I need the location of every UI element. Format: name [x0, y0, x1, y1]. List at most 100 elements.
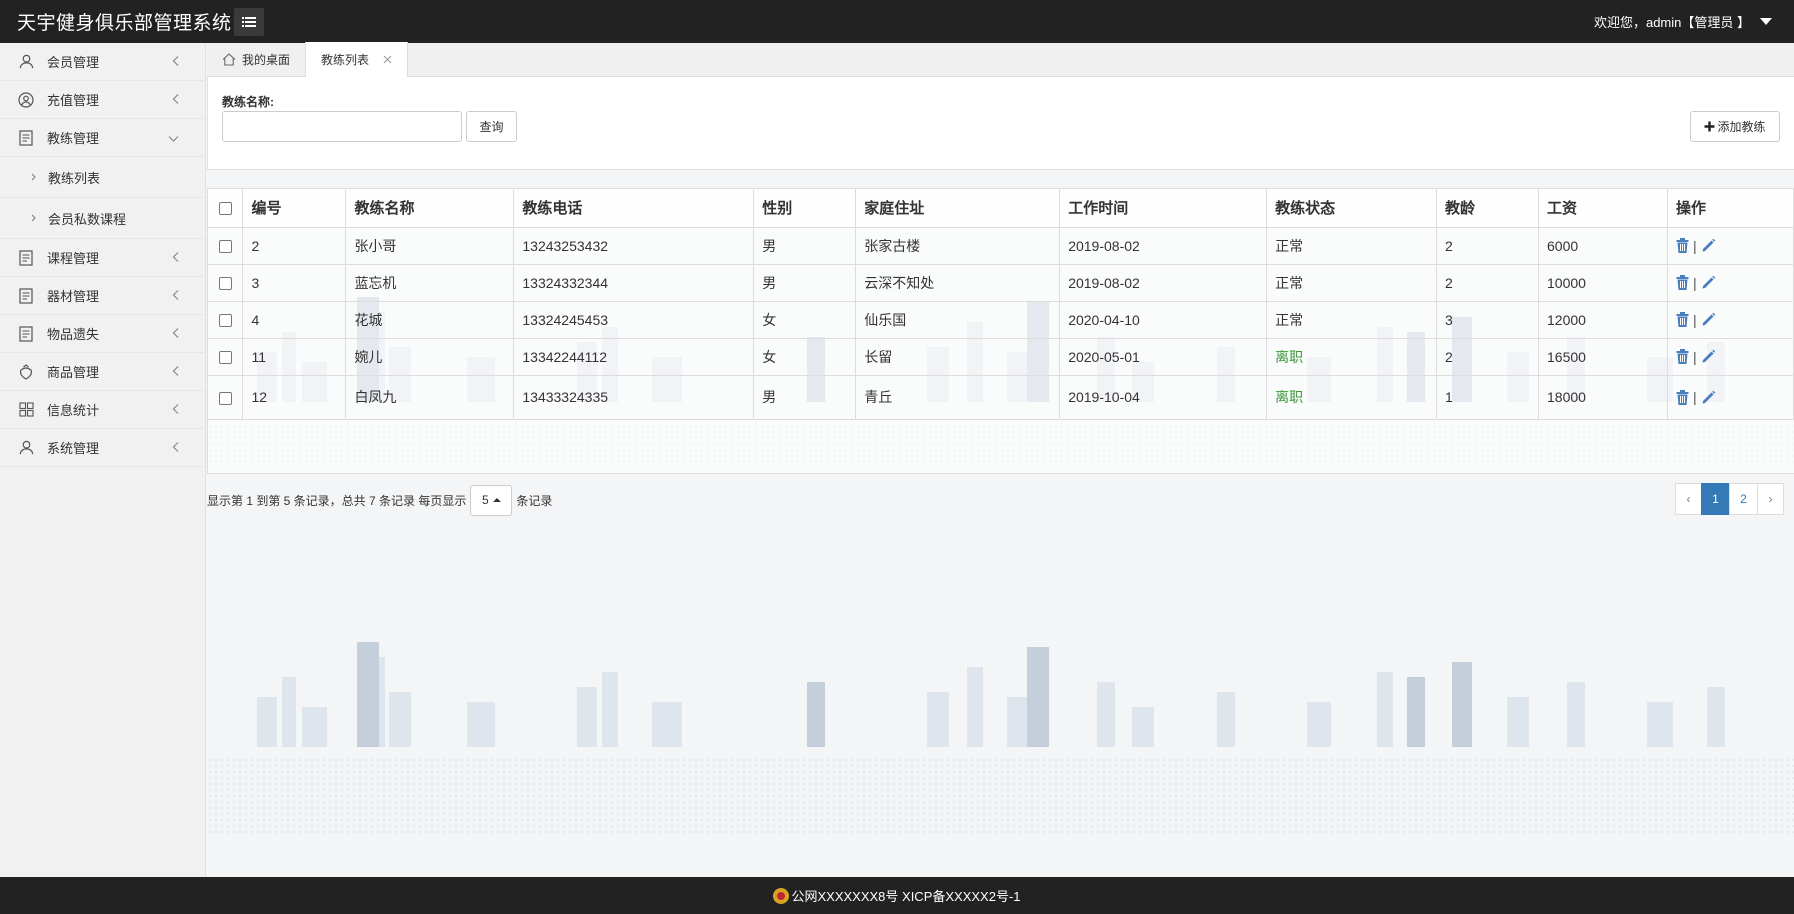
sidebar-item-label: 充值管理	[47, 93, 100, 108]
column-header[interactable]: 教练电话	[513, 189, 755, 228]
column-header[interactable]: 性别	[753, 189, 857, 228]
cell-phone: 13243253432	[513, 227, 755, 265]
sidebar-subitem-private-courses[interactable]: 会员私数课程	[0, 198, 205, 239]
chevron-left-icon	[172, 364, 179, 379]
cell-actions: |	[1667, 264, 1794, 302]
pencil-icon[interactable]	[1701, 390, 1716, 405]
column-header[interactable]: 教龄	[1436, 189, 1540, 228]
column-header[interactable]: 工资	[1538, 189, 1668, 228]
column-header[interactable]: 家庭住址	[855, 189, 1061, 228]
user-menu[interactable]: 欢迎您，admin【管理员 】	[1594, 0, 1772, 43]
sidebar-item-label: 会员管理	[47, 55, 100, 70]
query-button[interactable]: 查询	[466, 111, 517, 142]
main-content: 教练名称: 查询 添加教练 编号 教练名称 教练电话 性别 家庭住址 工作时间 …	[207, 77, 1794, 877]
add-coach-button[interactable]: 添加教练	[1690, 111, 1780, 142]
row-checkbox[interactable]	[218, 314, 232, 328]
sidebar-item-lost-items[interactable]: 物品遗失	[0, 315, 205, 353]
app-title: 天宇健身俱乐部管理系统	[17, 13, 232, 34]
chevron-left-icon	[172, 440, 179, 455]
coach-name-input[interactable]	[222, 111, 462, 142]
sidebar-subitem-label: 会员私数课程	[48, 211, 127, 227]
sidebar-item-system[interactable]: 系统管理	[0, 429, 205, 467]
cell-name: 白凤九	[345, 375, 515, 420]
trash-icon[interactable]	[1676, 238, 1689, 253]
cell-name: 张小哥	[345, 227, 515, 265]
footer: 公网XXXXXXX8号 XICP备XXXXX2号-1	[0, 877, 1794, 914]
cell-status: 正常	[1266, 227, 1438, 265]
page-button[interactable]: 1	[1701, 483, 1730, 515]
column-header: 操作	[1667, 189, 1794, 228]
caret-down-icon	[1760, 18, 1772, 25]
document-icon	[18, 129, 34, 146]
column-header[interactable]: 教练名称	[345, 189, 515, 228]
sidebar-item-recharge[interactable]: 充值管理	[0, 81, 205, 119]
cell-id: 2	[242, 227, 347, 265]
sidebar-item-courses[interactable]: 课程管理	[0, 239, 205, 277]
trash-icon[interactable]	[1676, 275, 1689, 290]
pagination: ‹ 1 2 ›	[1675, 483, 1784, 515]
home-icon	[222, 52, 236, 66]
sidebar-item-coaches[interactable]: 教练管理	[0, 119, 205, 157]
column-header[interactable]: 工作时间	[1059, 189, 1268, 228]
pencil-icon[interactable]	[1701, 312, 1716, 327]
table-row: 12 白凤九 13433324335 男 青丘 2019-10-04 离职 1 …	[208, 375, 1794, 420]
table-row: 11 婉儿 13342244112 女 长留 2020-05-01 离职 2 1…	[208, 338, 1794, 376]
caret-up-icon	[492, 498, 501, 502]
cell-status: 正常	[1266, 301, 1438, 339]
sidebar-item-goods[interactable]: 商品管理	[0, 353, 205, 391]
search-panel: 教练名称: 查询 添加教练	[207, 77, 1794, 170]
trash-icon[interactable]	[1676, 349, 1689, 364]
action-separator: |	[1692, 389, 1697, 405]
row-checkbox[interactable]	[218, 277, 232, 291]
page-button[interactable]: 2	[1729, 483, 1758, 515]
close-icon[interactable]	[383, 55, 392, 64]
tab-label: 教练列表	[321, 53, 370, 67]
footer-text: 公网XXXXXXX8号 XICP备XXXXX2号-1	[791, 889, 1021, 904]
add-coach-label: 添加教练	[1717, 120, 1766, 134]
table-header-row: 编号 教练名称 教练电话 性别 家庭住址 工作时间 教练状态 教龄 工资 操作	[208, 189, 1794, 228]
select-all-cell	[208, 189, 244, 228]
tab-home[interactable]: 我的桌面	[207, 42, 305, 76]
row-checkbox[interactable]	[218, 351, 232, 365]
cell-phone: 13342244112	[513, 338, 755, 376]
pencil-icon[interactable]	[1701, 238, 1716, 253]
cell-address: 张家古楼	[855, 227, 1061, 265]
row-checkbox[interactable]	[218, 240, 232, 254]
row-checkbox-cell	[208, 375, 244, 420]
sidebar-item-label: 信息统计	[47, 403, 100, 418]
action-separator: |	[1692, 348, 1697, 365]
coach-name-label: 教练名称:	[222, 95, 274, 109]
sidebar-item-statistics[interactable]: 信息统计	[0, 391, 205, 429]
pencil-icon[interactable]	[1701, 349, 1716, 364]
menu-toggle-button[interactable]	[233, 7, 264, 36]
chevron-left-icon	[172, 92, 179, 107]
prev-page-button[interactable]: ‹	[1675, 483, 1702, 515]
bag-icon	[18, 363, 34, 380]
cell-work-date: 2020-05-01	[1059, 338, 1268, 376]
chevron-left-icon	[172, 326, 179, 341]
cell-id: 3	[242, 264, 347, 302]
chevron-right-icon	[31, 214, 36, 222]
action-separator: |	[1692, 311, 1697, 328]
select-all-checkbox[interactable]	[218, 201, 232, 215]
action-separator: |	[1692, 237, 1697, 254]
trash-icon[interactable]	[1676, 312, 1689, 327]
sidebar-item-label: 器材管理	[47, 289, 100, 304]
cell-address: 青丘	[855, 375, 1061, 420]
sidebar-subitem-coach-list[interactable]: 教练列表	[0, 157, 205, 198]
column-header[interactable]: 编号	[242, 189, 347, 228]
page-size-select[interactable]: 5	[470, 484, 513, 516]
sidebar-item-equipment[interactable]: 器材管理	[0, 277, 205, 315]
trash-icon[interactable]	[1676, 389, 1689, 405]
plus-icon	[1704, 121, 1715, 132]
next-page-button[interactable]: ›	[1757, 483, 1784, 515]
row-checkbox[interactable]	[218, 391, 232, 405]
pencil-icon[interactable]	[1701, 275, 1716, 290]
sidebar-item-members[interactable]: 会员管理	[0, 43, 205, 81]
tab-coach-list[interactable]: 教练列表	[305, 42, 409, 77]
cell-work-date: 2019-10-04	[1059, 375, 1268, 420]
column-header[interactable]: 教练状态	[1266, 189, 1438, 228]
row-checkbox-cell	[208, 338, 244, 376]
pagination-info: 显示第 1 到第 5 条记录，总共 7 条记录 每页显示 5 条记录	[207, 484, 552, 516]
cell-name: 花城	[345, 301, 515, 339]
